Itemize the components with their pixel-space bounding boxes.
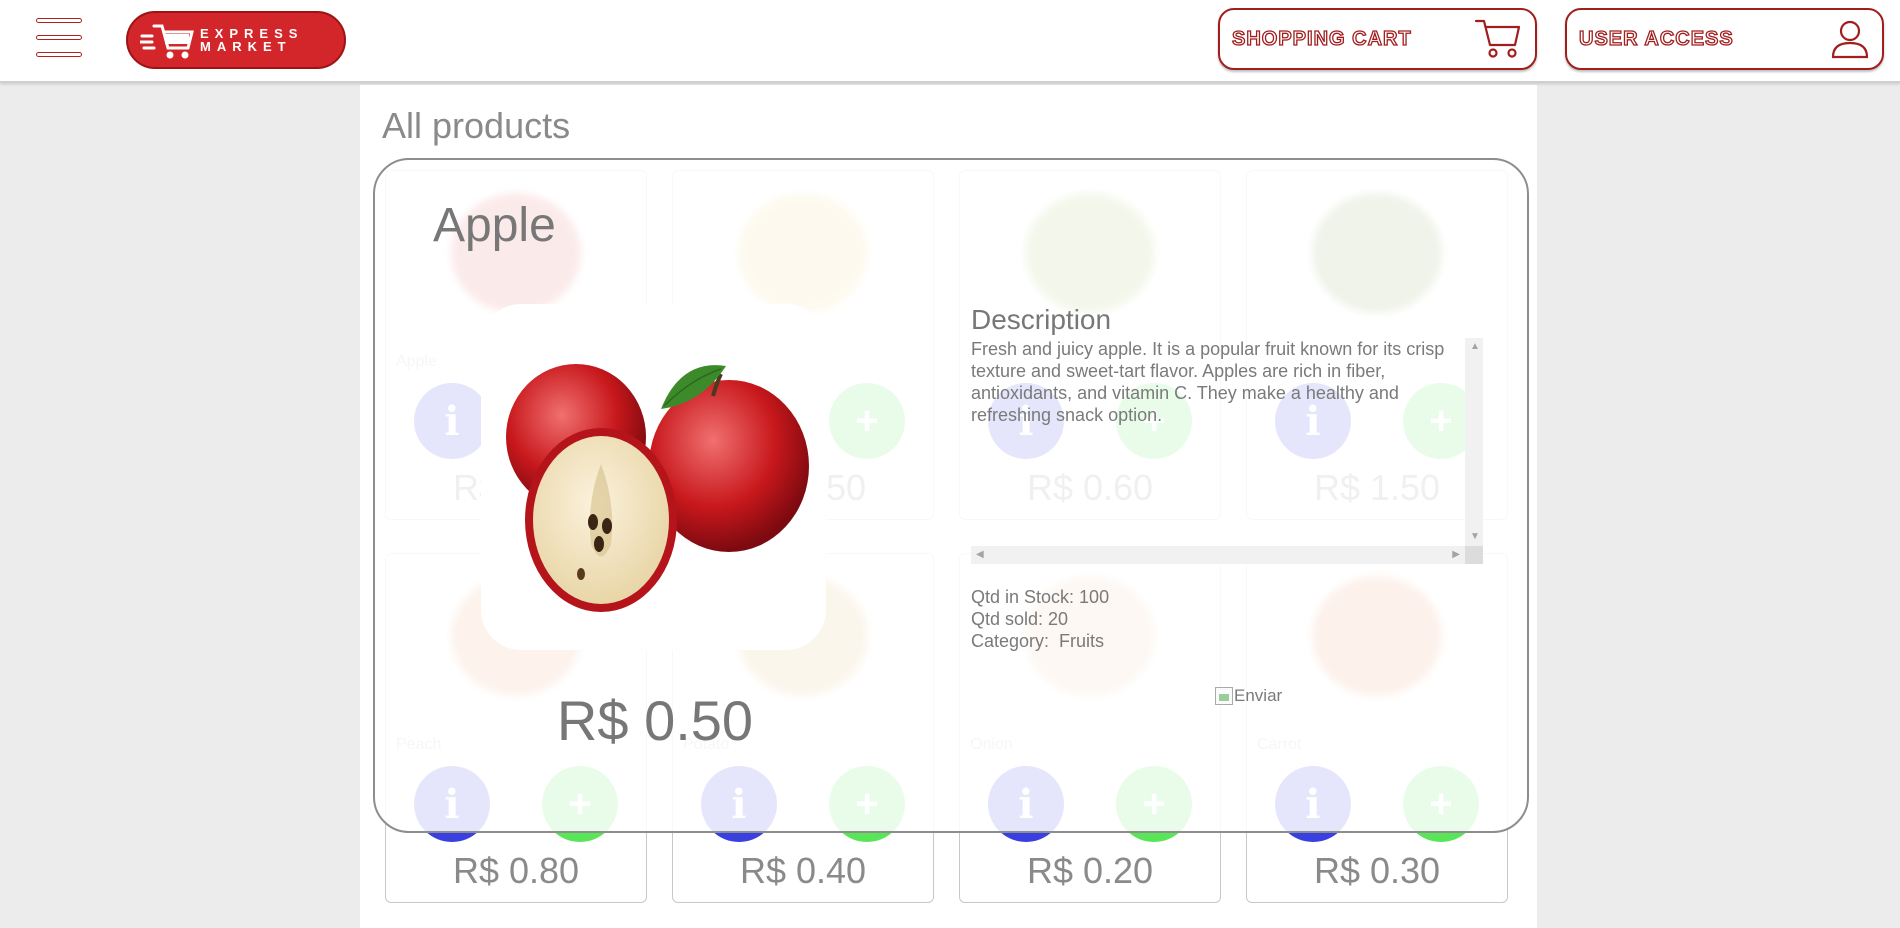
- stock-qty: Qtd in Stock: 100: [971, 587, 1110, 607]
- scroll-right-arrow-icon[interactable]: ▶: [1452, 550, 1460, 560]
- category: Category: Fruits: [971, 631, 1105, 651]
- broken-image-icon: [1215, 687, 1233, 705]
- description-textarea[interactable]: Fresh and juicy apple. It is a popular f…: [971, 338, 1483, 564]
- top-header: EXPRESS MARKET SHOPPING CART USER ACCESS: [0, 0, 1900, 83]
- user-access-label: USER ACCESS: [1578, 27, 1734, 50]
- product-stats: Qtd in Stock: 100 Qtd sold: 20 Category:…: [971, 586, 1109, 652]
- cart-logo-icon: [140, 24, 194, 59]
- modal-product-title: Apple: [433, 199, 556, 252]
- logo-text-line2: MARKET: [200, 39, 292, 54]
- shopping-cart-label: SHOPPING CART: [1231, 27, 1412, 50]
- apple-image: [506, 364, 809, 612]
- express-market-logo[interactable]: EXPRESS MARKET: [126, 11, 346, 69]
- description-title: Description: [971, 304, 1112, 335]
- hamburger-menu-icon[interactable]: [36, 18, 82, 58]
- shopping-cart-button[interactable]: SHOPPING CART: [1218, 8, 1537, 70]
- product-image: [481, 304, 826, 650]
- scroll-left-arrow-icon[interactable]: ◀: [976, 550, 984, 560]
- vertical-scrollbar[interactable]: ▲ ▼: [1465, 338, 1483, 546]
- product-detail-modal: Apple R$ 0.50 Description Fresh and juic…: [373, 158, 1529, 833]
- modal-product-price: R$ 0.50: [556, 689, 754, 752]
- shopping-cart-icon: [1474, 19, 1521, 58]
- user-icon: [1831, 20, 1869, 59]
- description-text: Fresh and juicy apple. It is a popular f…: [971, 339, 1445, 425]
- logo-text: EXPRESS MARKET: [200, 27, 303, 53]
- user-access-button[interactable]: USER ACCESS: [1565, 8, 1884, 70]
- scrollbar-corner: [1465, 546, 1483, 564]
- sold-qty: Qtd sold: 20: [971, 609, 1069, 629]
- send-alt-text: Enviar: [1234, 686, 1283, 705]
- horizontal-scrollbar[interactable]: ◀ ▶: [971, 546, 1465, 564]
- send-button[interactable]: Enviar: [1215, 686, 1282, 706]
- scroll-down-arrow-icon[interactable]: ▼: [1470, 532, 1480, 542]
- scroll-up-arrow-icon[interactable]: ▲: [1470, 342, 1480, 352]
